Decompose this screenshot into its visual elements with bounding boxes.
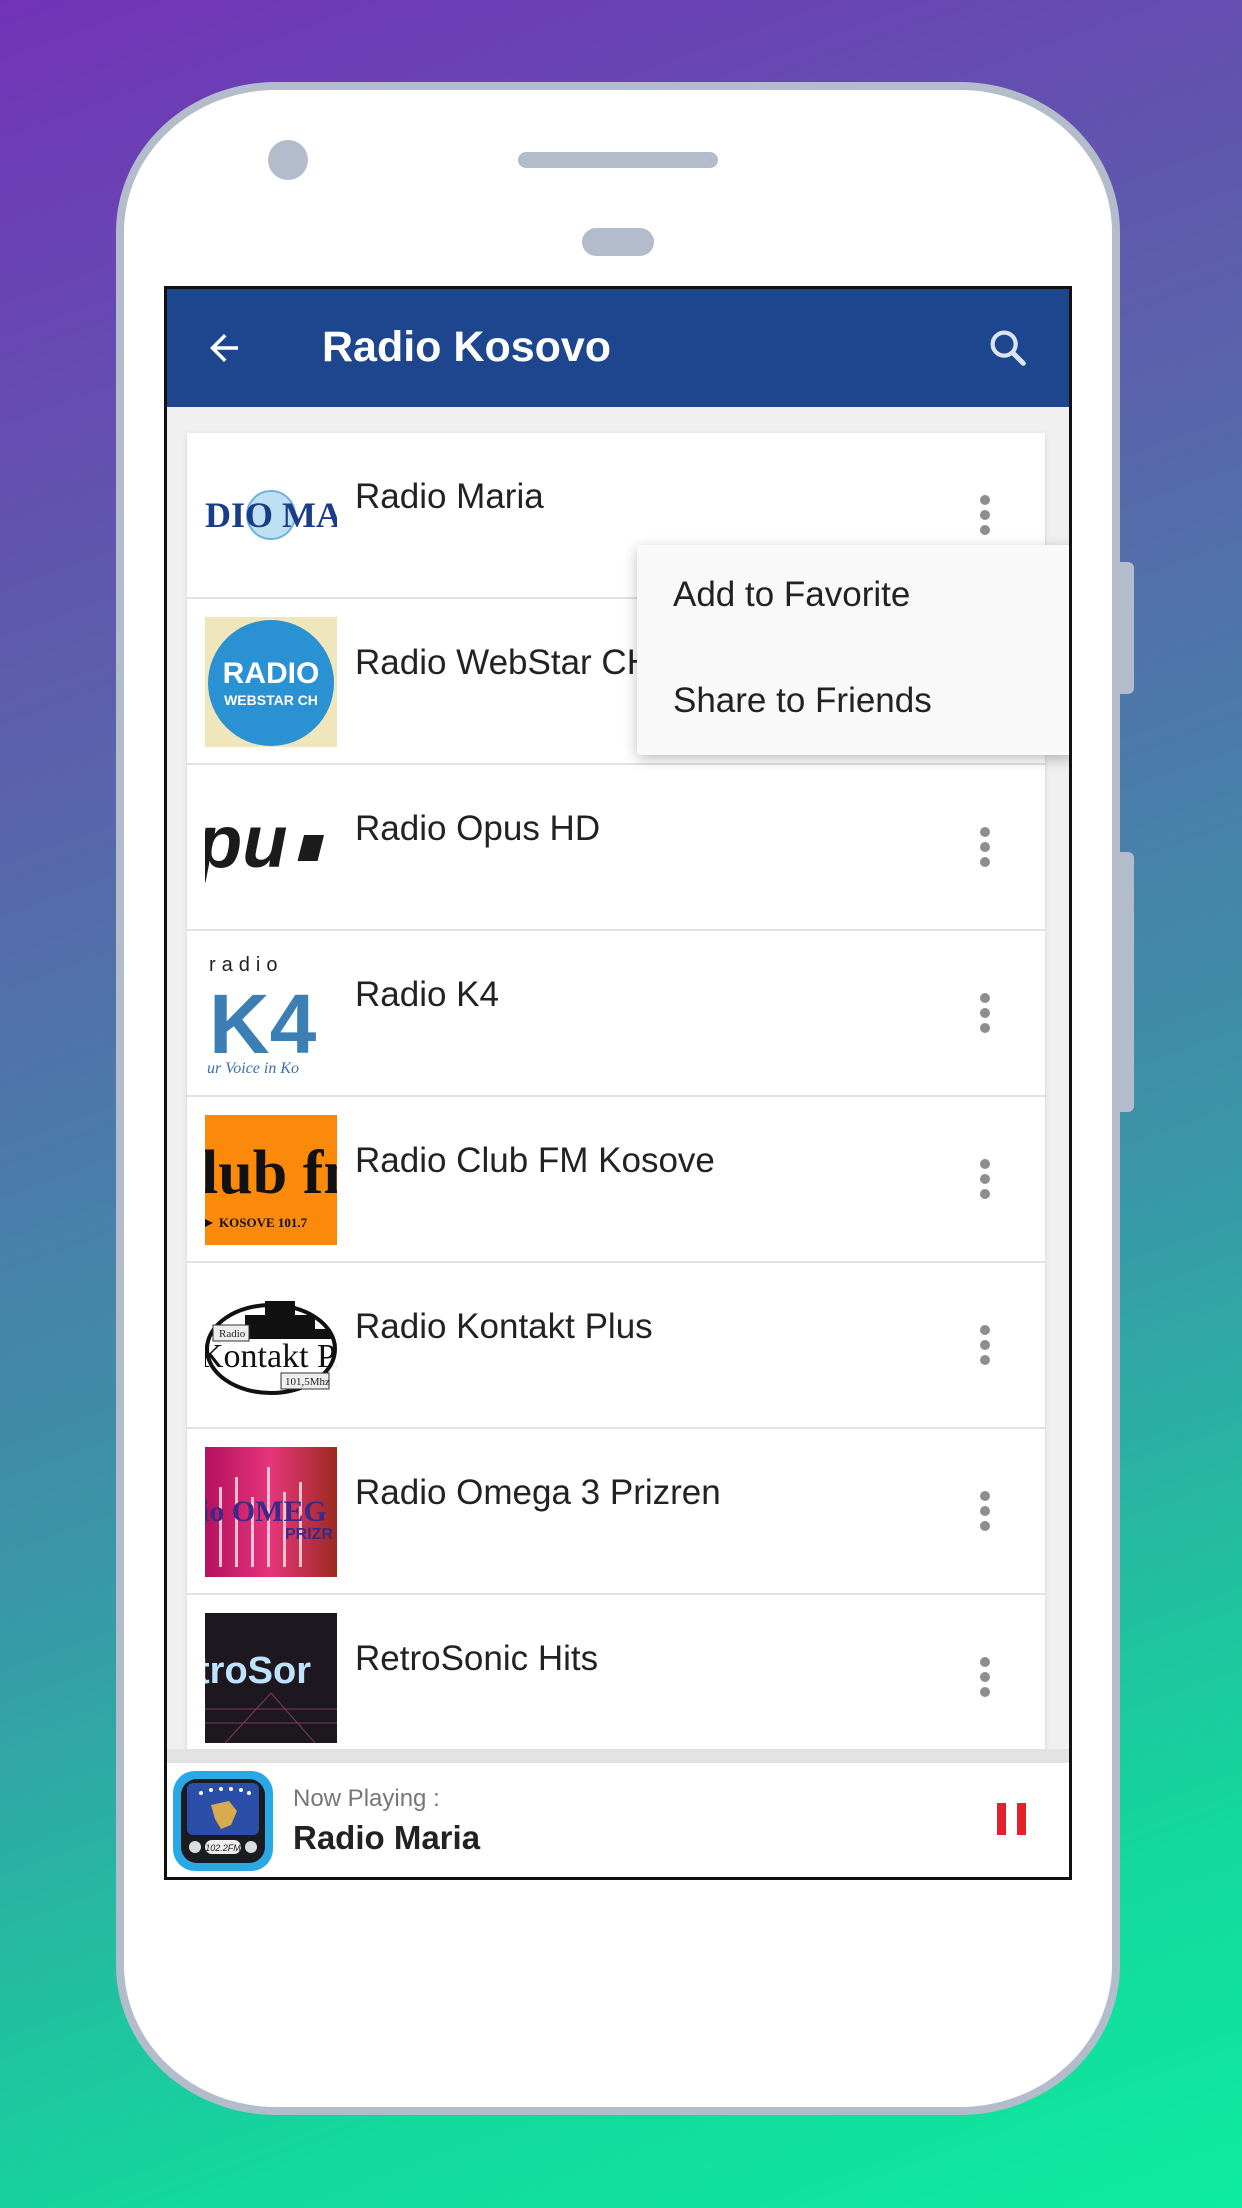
- earpiece-speaker: [518, 152, 718, 168]
- club-fm-logo: lub fm KOSOVE 101.7: [205, 1115, 337, 1245]
- now-playing-bar[interactable]: 102.2FM Now Playing : Radio Maria: [167, 1749, 1069, 1877]
- svg-text:io OMEG: io OMEG: [205, 1495, 327, 1528]
- station-row[interactable]: lub fm KOSOVE 101.7 Radio Club FM Kosove: [187, 1097, 1045, 1263]
- station-row[interactable]: pu Radio Opus HD: [187, 765, 1045, 931]
- station-name: Radio WebStar CH: [355, 643, 652, 682]
- station-name: Radio Club FM Kosove: [355, 1141, 715, 1180]
- station-name: Radio Kontakt Plus: [355, 1307, 653, 1346]
- svg-text:Kontakt Plus: Kontakt Plus: [205, 1338, 337, 1375]
- svg-text:K4: K4: [209, 977, 317, 1071]
- svg-text:ur Voice in Ko: ur Voice in Ko: [207, 1060, 299, 1077]
- more-vert-icon[interactable]: [975, 1159, 995, 1203]
- menu-item-add-favorite[interactable]: Add to Favorite: [673, 575, 910, 615]
- svg-text:PRIZR: PRIZR: [285, 1526, 333, 1543]
- station-row[interactable]: Radio Kontakt Plus 101,5Mhz Radio Kontak…: [187, 1263, 1045, 1429]
- now-playing-station: Radio Maria: [293, 1819, 481, 1856]
- svg-text:lub fm: lub fm: [205, 1139, 337, 1207]
- arrow-left-icon[interactable]: [203, 327, 245, 369]
- kontakt-plus-logo: Radio Kontakt Plus 101,5Mhz: [205, 1281, 337, 1411]
- svg-text:DIO MAI: DIO MAI: [205, 495, 337, 535]
- more-vert-icon[interactable]: [975, 495, 995, 539]
- front-camera: [268, 140, 308, 180]
- station-name: RetroSonic Hits: [355, 1639, 599, 1678]
- station-artwork: 102.2FM: [173, 1771, 273, 1871]
- more-vert-icon[interactable]: [975, 1657, 995, 1701]
- omega-logo: io OMEG PRIZR: [205, 1447, 337, 1577]
- search-icon[interactable]: [985, 325, 1031, 371]
- menu-item-share-friends[interactable]: Share to Friends: [673, 681, 932, 721]
- svg-text:WEBSTAR CH: WEBSTAR CH: [224, 692, 318, 708]
- radio-webstar-logo: RADIO WEBSTAR CH: [205, 617, 337, 747]
- radio-k4-logo: radio K4 ur Voice in Ko: [205, 949, 337, 1079]
- more-vert-icon[interactable]: [975, 827, 995, 871]
- svg-text:101,5Mhz: 101,5Mhz: [285, 1376, 330, 1388]
- now-playing-label: Now Playing :: [293, 1785, 440, 1812]
- station-row[interactable]: io OMEG PRIZR Radio Omega 3 Prizren: [187, 1429, 1045, 1595]
- proximity-sensor: [582, 228, 654, 256]
- more-vert-icon[interactable]: [975, 1325, 995, 1369]
- station-name: Radio Omega 3 Prizren: [355, 1473, 721, 1512]
- page-title: Radio Kosovo: [322, 323, 612, 371]
- radio-opus-logo: pu: [205, 783, 337, 913]
- svg-text:radio: radio: [209, 954, 283, 976]
- more-vert-icon[interactable]: [975, 1491, 995, 1535]
- app-bar: Radio Kosovo: [167, 289, 1069, 407]
- svg-text:pu: pu: [205, 800, 287, 883]
- station-name: Radio Opus HD: [355, 809, 601, 848]
- app-screen: Radio Kosovo DIO MAI Radio Maria: [164, 286, 1072, 1880]
- more-vert-icon[interactable]: [975, 993, 995, 1037]
- svg-text:troSor: troSor: [205, 1650, 311, 1692]
- station-row[interactable]: radio K4 ur Voice in Ko Radio K4: [187, 931, 1045, 1097]
- svg-text:RADIO: RADIO: [223, 657, 320, 690]
- svg-text:KOSOVE 101.7: KOSOVE 101.7: [219, 1215, 308, 1230]
- volume-button: [1120, 562, 1134, 694]
- context-menu: Add to Favorite Share to Friends: [637, 545, 1069, 755]
- station-name: Radio K4: [355, 975, 499, 1014]
- svg-text:102.2FM: 102.2FM: [205, 1843, 241, 1853]
- station-row[interactable]: troSor RetroSonic Hits: [187, 1595, 1045, 1751]
- radio-maria-logo: DIO MAI: [205, 451, 337, 581]
- power-button: [1120, 852, 1134, 1112]
- station-name: Radio Maria: [355, 477, 544, 516]
- pause-icon[interactable]: [997, 1803, 1027, 1835]
- retrosonic-logo: troSor: [205, 1613, 337, 1743]
